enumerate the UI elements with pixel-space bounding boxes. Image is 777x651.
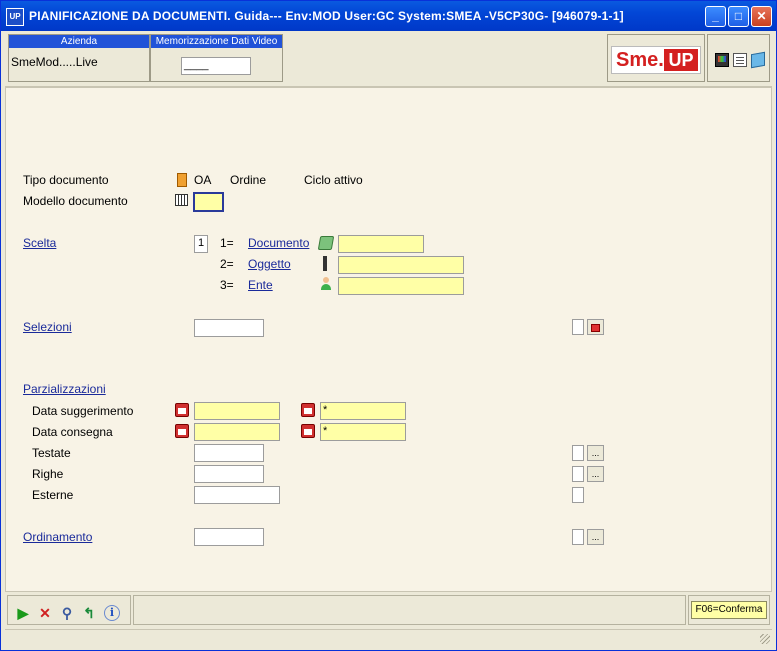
pin-icon xyxy=(323,256,327,271)
document-icon[interactable] xyxy=(733,53,747,67)
option-1-number: 1= xyxy=(220,236,234,250)
stop-icon xyxy=(591,323,600,332)
documento-input[interactable] xyxy=(338,235,424,253)
esterne-label: Esterne xyxy=(32,488,74,502)
testate-checkbox[interactable] xyxy=(572,445,584,461)
info-icon[interactable]: i xyxy=(104,605,120,621)
title-bar[interactable]: UP PIANIFICAZIONE DA DOCUMENTI. Guida---… xyxy=(1,1,776,31)
modello-documento-input[interactable] xyxy=(193,192,224,212)
ordinamento-link[interactable]: Ordinamento xyxy=(23,530,92,544)
minimize-button[interactable]: _ xyxy=(705,6,726,27)
monitor-icon[interactable] xyxy=(715,53,729,67)
calendar-icon[interactable] xyxy=(301,403,315,417)
testate-input[interactable] xyxy=(194,444,264,462)
application-window: UP PIANIFICAZIONE DA DOCUMENTI. Guida---… xyxy=(0,0,777,651)
smeup-logo: Sme. UP xyxy=(611,46,701,74)
window-title: PIANIFICAZIONE DA DOCUMENTI. Guida--- En… xyxy=(29,9,624,23)
selezioni-link[interactable]: Selezioni xyxy=(23,320,72,334)
data-consegna-label: Data consegna xyxy=(32,425,113,439)
righe-dots-button[interactable]: ... xyxy=(587,466,604,482)
play-icon[interactable]: ▶ xyxy=(14,604,32,622)
bottom-toolbar: ▶ ✕ ⚲ ↰ i F06=Conferma xyxy=(5,593,772,627)
ordinamento-input[interactable] xyxy=(194,528,264,546)
main-form: Tipo documento OA Ordine Ciclo attivo Mo… xyxy=(5,87,772,592)
logo-text-left: Sme. xyxy=(616,49,664,71)
memo-input[interactable]: ____ xyxy=(181,57,251,75)
back-icon[interactable]: ↰ xyxy=(80,604,98,622)
data-consegna-from-input[interactable] xyxy=(194,423,280,441)
resize-grip[interactable] xyxy=(760,634,770,644)
oggetto-input[interactable] xyxy=(338,256,464,274)
documento-icon xyxy=(317,236,335,250)
ordinamento-dots-button[interactable]: ... xyxy=(587,529,604,545)
logo-panel: Sme. UP xyxy=(607,34,705,82)
selezioni-input[interactable] xyxy=(194,319,264,337)
close-button[interactable]: ✕ xyxy=(751,6,772,27)
logo-text-right: UP xyxy=(664,49,698,71)
header-bar: Azienda SmeMod.....Live Memorizzazione D… xyxy=(5,32,772,87)
oggetto-link[interactable]: Oggetto xyxy=(248,257,291,271)
esterne-input[interactable] xyxy=(194,486,280,504)
cancel-icon[interactable]: ✕ xyxy=(36,604,54,622)
azienda-panel: Azienda SmeMod.....Live xyxy=(8,34,150,82)
document-type-icon xyxy=(177,173,187,187)
memo-panel: Memorizzazione Dati Video ____ xyxy=(150,34,283,82)
option-2-number: 2= xyxy=(220,257,234,271)
ente-input[interactable] xyxy=(338,277,464,295)
person-icon xyxy=(320,277,332,291)
ente-link[interactable]: Ente xyxy=(248,278,273,292)
search-icon[interactable]: ⚲ xyxy=(58,604,76,622)
tipo-documento-desc: Ordine xyxy=(230,173,267,187)
azienda-value: SmeMod.....Live xyxy=(11,55,98,69)
parzializzazioni-link[interactable]: Parzializzazioni xyxy=(23,382,106,396)
data-consegna-to-input[interactable]: * xyxy=(320,423,406,441)
righe-label: Righe xyxy=(32,467,64,481)
data-suggerimento-from-input[interactable] xyxy=(194,402,280,420)
testate-label: Testate xyxy=(32,446,71,460)
selezioni-checkbox[interactable] xyxy=(572,319,584,335)
option-3-number: 3= xyxy=(220,278,234,292)
documento-link[interactable]: Documento xyxy=(248,236,309,250)
memo-label: Memorizzazione Dati Video xyxy=(151,35,282,48)
data-suggerimento-label: Data suggerimento xyxy=(32,404,134,418)
scelta-link[interactable]: Scelta xyxy=(23,236,56,250)
tipo-documento-ciclo: Ciclo attivo xyxy=(304,173,363,187)
modello-documento-label: Modello documento xyxy=(23,194,128,208)
righe-input[interactable] xyxy=(194,465,264,483)
tipo-documento-label: Tipo documento xyxy=(23,173,109,187)
scelta-input[interactable]: 1 xyxy=(194,235,208,253)
app-icon[interactable]: UP xyxy=(6,8,24,26)
data-suggerimento-to-input[interactable]: * xyxy=(320,402,406,420)
selezioni-button[interactable] xyxy=(587,319,604,335)
function-key-area: F06=Conferma xyxy=(688,595,770,625)
righe-checkbox[interactable] xyxy=(572,466,584,482)
grid-icon[interactable] xyxy=(175,194,188,206)
f06-conferma-button[interactable]: F06=Conferma xyxy=(691,601,767,619)
calendar-icon[interactable] xyxy=(301,424,315,438)
tipo-documento-code: OA xyxy=(194,173,212,187)
calendar-icon[interactable] xyxy=(175,403,189,417)
tools-panel xyxy=(707,34,770,82)
cube-icon[interactable] xyxy=(751,51,765,69)
esterne-checkbox[interactable] xyxy=(572,487,584,503)
maximize-button[interactable]: □ xyxy=(728,6,749,27)
calendar-icon[interactable] xyxy=(175,424,189,438)
ordinamento-checkbox[interactable] xyxy=(572,529,584,545)
message-area xyxy=(133,595,686,625)
status-bar xyxy=(5,629,772,648)
azienda-label: Azienda xyxy=(9,35,149,48)
action-buttons: ▶ ✕ ⚲ ↰ i xyxy=(7,595,131,625)
testate-dots-button[interactable]: ... xyxy=(587,445,604,461)
